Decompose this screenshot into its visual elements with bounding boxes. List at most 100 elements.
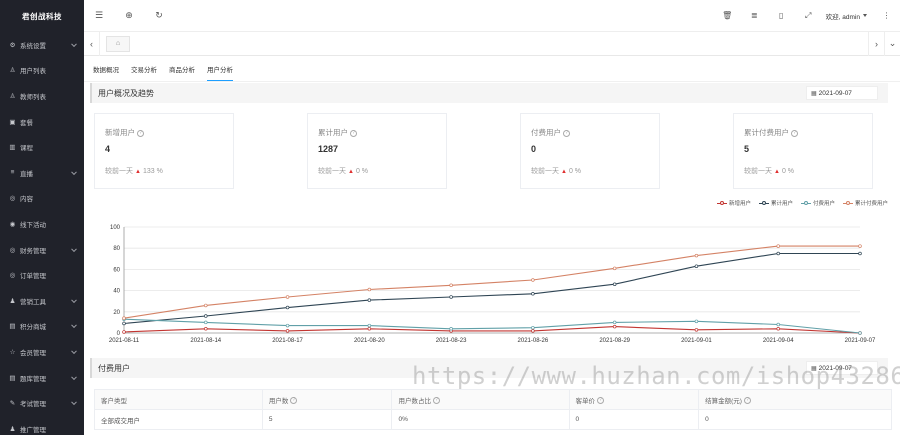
data-point[interactable] (285, 295, 290, 299)
arrow-up-icon: ▲ (348, 169, 354, 175)
sidebar-item[interactable]: ♙ 用户列表 (0, 58, 84, 84)
data-point[interactable] (122, 316, 126, 320)
data-point[interactable] (858, 331, 862, 335)
data-point[interactable] (694, 253, 699, 258)
sidebar-item[interactable]: ☆ 会员管理 (0, 339, 84, 365)
help-icon[interactable]: ? (597, 397, 605, 405)
data-point[interactable] (531, 329, 535, 333)
legend-item[interactable]: 付费用户 (800, 199, 835, 207)
data-point[interactable] (531, 292, 535, 296)
stat-card-compare: 较前一天 ▲ 133 % (105, 166, 163, 176)
help-icon[interactable]: ? (743, 397, 751, 405)
data-point[interactable] (204, 327, 208, 331)
analysis-tab[interactable]: 数据概况 (93, 64, 119, 81)
data-point[interactable] (776, 322, 780, 327)
legend-label: 累计付费用户 (854, 201, 888, 207)
data-point[interactable] (367, 323, 372, 328)
data-point[interactable] (612, 282, 617, 286)
sidebar-item[interactable]: ≡ 直播 (0, 160, 84, 186)
data-point[interactable] (122, 330, 126, 334)
sidebar-item[interactable]: ◎ 财务管理 (0, 237, 84, 263)
chevron-down-icon (71, 399, 77, 406)
data-point[interactable] (531, 325, 535, 330)
x-tick-label: 2021-09-04 (763, 338, 794, 344)
data-point[interactable] (694, 328, 699, 332)
data-point[interactable] (694, 319, 699, 324)
x-tick-label: 2021-09-07 (845, 338, 876, 344)
column-header: 客单价? (568, 389, 700, 410)
data-point[interactable] (776, 251, 780, 256)
fullscreen-icon[interactable]: ⤢ (795, 0, 822, 32)
sidebar-item[interactable]: ✎ 考试管理 (0, 390, 84, 416)
globe-icon[interactable]: ⊕ (114, 0, 144, 32)
data-point[interactable] (612, 266, 617, 271)
help-icon[interactable]: ? (432, 397, 440, 405)
menu-toggle-icon[interactable]: ☰ (84, 0, 114, 32)
data-point[interactable] (367, 327, 372, 331)
refresh-icon[interactable]: ↻ (144, 0, 174, 32)
home-icon[interactable]: ⌂ (106, 35, 130, 52)
notes-icon[interactable]: ≣ (741, 0, 768, 32)
sidebar-item[interactable]: ♙ 教师列表 (0, 83, 84, 109)
legend-item[interactable]: 新增用户 (716, 199, 751, 207)
sidebar-item[interactable]: ⚙ 系统设置 (0, 32, 84, 58)
data-point[interactable] (367, 298, 372, 302)
data-point[interactable] (776, 244, 780, 248)
series-line (123, 326, 861, 334)
help-icon[interactable]: ? (290, 397, 298, 405)
data-point[interactable] (204, 314, 208, 318)
menu-icon: ♙ (9, 67, 16, 75)
sidebar-item[interactable]: ♟ 营销工具 (0, 288, 84, 314)
sidebar-item[interactable]: ▣ 套餐 (0, 109, 84, 135)
data-point[interactable] (285, 323, 290, 328)
user-menu[interactable]: 欢迎, admin (822, 11, 873, 21)
overview-date-picker[interactable]: ▦ 2021-09-07 (806, 86, 878, 100)
sidebar-item[interactable]: ▤ 积分商城 (0, 314, 84, 340)
help-icon[interactable]: ? (791, 129, 798, 137)
chevron-down-icon (863, 14, 867, 17)
trash-icon[interactable]: 🗑 (714, 0, 741, 32)
chevron-left-icon[interactable]: ‹ (84, 31, 100, 56)
sidebar-item[interactable]: ◎ 内容 (0, 186, 84, 212)
data-point[interactable] (531, 278, 535, 282)
sidebar-item[interactable]: ♟ 推广管理 (0, 416, 84, 435)
chevron-right-icon[interactable]: › (868, 31, 884, 56)
help-icon[interactable]: ? (350, 129, 357, 137)
legend-item[interactable]: 累计付费用户 (842, 199, 888, 207)
sidebar-item[interactable]: ◎ 订单管理 (0, 262, 84, 288)
stat-card-title: 付费用户? (531, 127, 570, 138)
data-point[interactable] (204, 303, 208, 308)
data-point[interactable] (776, 327, 780, 331)
analysis-tab[interactable]: 用户分析 (207, 64, 233, 81)
document-icon[interactable]: ▯ (768, 0, 795, 32)
sidebar-item[interactable]: ▤ 题库管理 (0, 365, 84, 391)
sidebar-item-label: 考试管理 (20, 401, 46, 409)
sidebar-item-label: 积分商城 (20, 324, 46, 332)
data-point[interactable] (122, 321, 126, 326)
table-header-row: 客户类型 用户数? 用户数占比? 客单价? 结算金额(元)? (94, 389, 892, 410)
legend-swatch (758, 200, 769, 206)
data-point[interactable] (449, 283, 453, 288)
analysis-tab[interactable]: 商品分析 (169, 64, 195, 81)
legend-item[interactable]: 累计用户 (758, 199, 793, 207)
data-point[interactable] (612, 320, 617, 325)
data-point[interactable] (285, 305, 290, 310)
data-point[interactable] (285, 329, 290, 333)
paying-users-section-header: 付费用户 ▦ 2021-09-07 (90, 358, 888, 378)
chevron-down-icon[interactable]: ⌄ (884, 31, 900, 56)
more-icon[interactable]: ⋮ (873, 0, 900, 32)
data-point[interactable] (449, 295, 453, 299)
data-point[interactable] (858, 244, 862, 248)
sidebar-item[interactable]: ◉ 线下活动 (0, 211, 84, 237)
data-point[interactable] (204, 320, 208, 325)
data-point[interactable] (612, 324, 617, 329)
help-icon[interactable]: ? (563, 129, 570, 137)
help-icon[interactable]: ? (137, 129, 144, 137)
paying-users-date-picker[interactable]: ▦ 2021-09-07 (806, 361, 878, 375)
sidebar-item[interactable]: ▥ 课程 (0, 134, 84, 160)
data-point[interactable] (694, 264, 699, 268)
analysis-tab[interactable]: 交易分析 (131, 64, 157, 81)
data-point[interactable] (367, 287, 372, 292)
data-point[interactable] (858, 251, 862, 256)
data-point[interactable] (449, 327, 453, 331)
